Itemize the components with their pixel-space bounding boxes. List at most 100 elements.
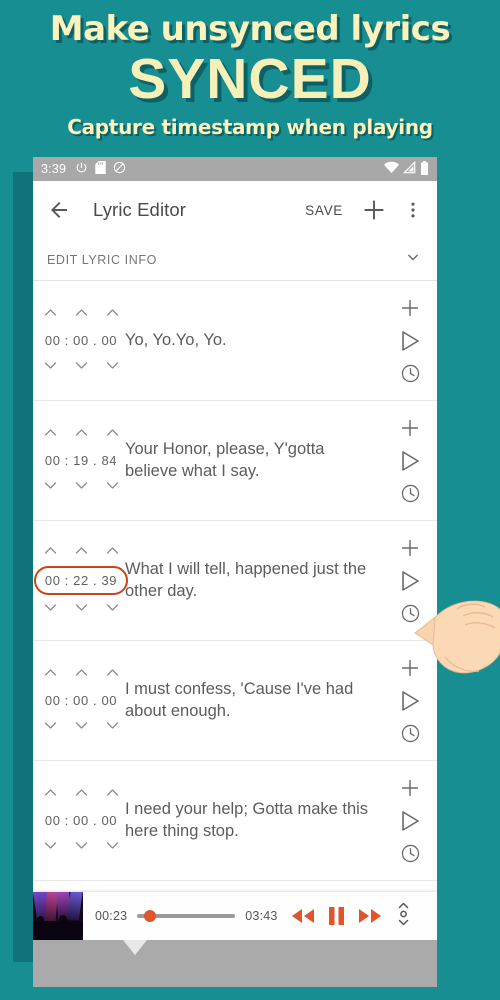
play-icon[interactable] [400, 806, 420, 836]
pause-icon[interactable] [328, 906, 345, 926]
promo-headline-1: Make unsynced lyrics [49, 9, 451, 49]
timestamp-centis-down-icon[interactable] [105, 358, 120, 376]
lyric-row-actions [383, 409, 437, 512]
phone-screen: 3:39 Lyric Editor SAVE EDIT LYRIC INFO 0… [33, 157, 437, 987]
timestamp-centis-up-icon[interactable] [105, 305, 120, 323]
lyric-row-actions [383, 769, 437, 872]
timestamp-value[interactable]: 00 : 00 . 00 [38, 688, 124, 713]
seek-thumb[interactable] [144, 910, 157, 922]
android-navigation-bar [33, 939, 437, 987]
player-current-time: 00:23 [95, 909, 128, 923]
plus-icon[interactable] [399, 533, 421, 563]
lyric-text[interactable]: I must confess, 'Cause I've had about en… [125, 649, 383, 752]
timestamp-centis-down-icon[interactable] [105, 600, 120, 618]
timestamp-minutes-up-icon[interactable] [43, 785, 58, 803]
timestamp-seconds-up-icon[interactable] [74, 543, 89, 561]
album-art-thumbnail[interactable] [33, 892, 83, 940]
timestamp-seconds-up-icon[interactable] [74, 425, 89, 443]
lyric-row-actions [383, 289, 437, 392]
lyric-text[interactable]: I need your help; Gotta make this here t… [125, 769, 383, 872]
timestamp-minutes-up-icon[interactable] [43, 665, 58, 683]
battery-icon [420, 160, 429, 178]
timestamp-seconds-down-icon[interactable] [74, 600, 89, 618]
app-bar: Lyric Editor SAVE [33, 181, 437, 239]
timestamp-seconds-down-icon[interactable] [74, 718, 89, 736]
player-duration: 03:43 [245, 909, 278, 923]
lyric-row[interactable]: 00 : 00 . 00 Yo, Yo.Yo, Yo. [33, 281, 437, 401]
timestamp-centis-up-icon[interactable] [105, 665, 120, 683]
clock-icon[interactable] [400, 359, 421, 389]
timestamp-minutes-down-icon[interactable] [43, 358, 58, 376]
timestamp-seconds-up-icon[interactable] [74, 305, 89, 323]
timestamp-stepper-group[interactable]: 00 : 22 . 39 [33, 529, 129, 632]
plus-icon[interactable] [399, 413, 421, 443]
play-icon[interactable] [400, 446, 420, 476]
timestamp-minutes-down-icon[interactable] [43, 600, 58, 618]
timestamp-centis-up-icon[interactable] [105, 425, 120, 443]
clock-icon[interactable] [400, 719, 421, 749]
page-title: Lyric Editor [93, 199, 187, 220]
timestamp-minutes-up-icon[interactable] [43, 543, 58, 561]
lyric-text[interactable]: Your Honor, please, Y'gotta believe what… [125, 409, 383, 512]
lyric-lines-list[interactable]: 00 : 00 . 00 Yo, Yo.Yo, Yo. 00 : 19 . 84 Yo… [33, 281, 437, 927]
lyric-row-actions [383, 649, 437, 752]
status-bar-clock: 3:39 [41, 162, 67, 176]
lyric-row-actions [383, 529, 437, 632]
timestamp-value[interactable]: 00 : 00 . 00 [38, 808, 124, 833]
timestamp-seconds-up-icon[interactable] [74, 665, 89, 683]
timestamp-seconds-down-icon[interactable] [74, 358, 89, 376]
plus-icon[interactable] [399, 773, 421, 803]
seek-slider[interactable] [137, 907, 236, 925]
clock-icon[interactable] [400, 479, 421, 509]
clock-icon[interactable] [400, 839, 421, 869]
timestamp-value[interactable]: 00 : 19 . 84 [38, 448, 124, 473]
promo-subheadline: Capture timestamp when playing [67, 114, 433, 139]
timestamp-centis-up-icon[interactable] [105, 543, 120, 561]
timestamp-stepper-group[interactable]: 00 : 00 . 00 [33, 289, 125, 392]
timestamp-centis-up-icon[interactable] [105, 785, 120, 803]
nav-back-triangle-icon[interactable] [123, 939, 147, 973]
player-bar: 00:23 03:43 [33, 892, 437, 940]
timestamp-stepper-group[interactable]: 00 : 00 . 00 [33, 649, 125, 752]
fast-forward-icon[interactable] [357, 907, 383, 925]
play-icon[interactable] [400, 326, 420, 356]
timestamp-minutes-down-icon[interactable] [43, 718, 58, 736]
timestamp-seconds-up-icon[interactable] [74, 785, 89, 803]
play-icon[interactable] [400, 566, 420, 596]
chevron-down-icon[interactable] [403, 247, 423, 272]
timestamp-stepper-group[interactable]: 00 : 00 . 00 [33, 769, 125, 872]
timestamp-seconds-down-icon[interactable] [74, 478, 89, 496]
status-bar: 3:39 [33, 157, 437, 181]
timestamp-value[interactable]: 00 : 22 . 39 [33, 566, 129, 595]
timestamp-minutes-down-icon[interactable] [43, 838, 58, 856]
lyric-row[interactable]: 00 : 00 . 00 I must confess, 'Cause I've … [33, 641, 437, 761]
more-vert-icon[interactable] [403, 197, 423, 223]
save-button[interactable]: SAVE [305, 203, 343, 218]
promo-header: Make unsynced lyrics SYNCED Capture time… [0, 0, 500, 155]
sd-card-icon [95, 161, 106, 177]
clock-icon[interactable] [400, 599, 421, 629]
plus-icon[interactable] [399, 293, 421, 323]
lyric-row[interactable]: 00 : 22 . 39 What I will tell, happened j… [33, 521, 437, 641]
timestamp-centis-down-icon[interactable] [105, 838, 120, 856]
wifi-icon [384, 161, 399, 177]
timestamp-minutes-up-icon[interactable] [43, 305, 58, 323]
lyric-text[interactable]: Yo, Yo.Yo, Yo. [125, 289, 383, 392]
add-lyric-line-button[interactable] [361, 197, 387, 223]
timestamp-centis-down-icon[interactable] [105, 478, 120, 496]
lyric-row[interactable]: 00 : 19 . 84 Your Honor, please, Y'gotta … [33, 401, 437, 521]
plus-icon[interactable] [399, 653, 421, 683]
play-icon[interactable] [400, 686, 420, 716]
timestamp-centis-down-icon[interactable] [105, 718, 120, 736]
timestamp-value[interactable]: 00 : 00 . 00 [38, 328, 124, 353]
edit-lyric-info-section[interactable]: EDIT LYRIC INFO [33, 239, 437, 281]
timestamp-stepper-group[interactable]: 00 : 19 . 84 [33, 409, 125, 512]
timestamp-seconds-down-icon[interactable] [74, 838, 89, 856]
lyric-row[interactable]: 00 : 00 . 00 I need your help; Gotta make… [33, 761, 437, 881]
rewind-icon[interactable] [290, 907, 316, 925]
arrow-back-icon[interactable] [47, 198, 71, 222]
timestamp-minutes-down-icon[interactable] [43, 478, 58, 496]
timestamp-minutes-up-icon[interactable] [43, 425, 58, 443]
expand-collapse-icon[interactable] [396, 900, 411, 933]
lyric-text[interactable]: What I will tell, happened just the othe… [125, 529, 383, 632]
